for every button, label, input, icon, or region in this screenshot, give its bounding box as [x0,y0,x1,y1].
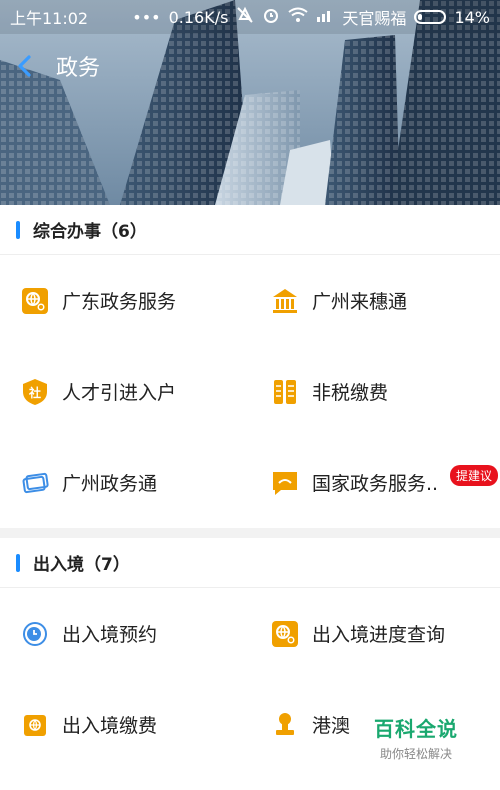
chat-icon [270,468,300,498]
service-item-label: 出入境预约 [62,624,158,646]
service-item-entry-exit-progress[interactable]: 出入境进度查询 [250,588,500,679]
service-item-label: 广东政务服务 [62,291,177,313]
battery-icon [414,10,447,24]
watermark: 百科全说 助你轻松解决 [374,713,458,762]
service-item-label: 出入境进度查询 [312,624,446,646]
service-item-guangzhou-laisuitong[interactable]: 广州来穗通 [250,255,500,346]
service-item-non-tax-payment[interactable]: 非税缴费 [250,346,500,437]
globe-search-icon [270,619,300,649]
service-item-label: 国家政务服务.. [312,473,439,495]
signal-icon [316,7,334,27]
section-title: 出入境（7） [33,555,130,575]
section-accent-bar [16,220,20,239]
wifi-icon [288,7,309,27]
svg-text:社: 社 [28,385,41,400]
carrier-name: 天官赐福 [342,9,407,28]
mute-icon [236,6,254,28]
back-arrow-icon [18,55,31,77]
service-item-label: 广州政务通 [62,473,158,495]
service-item-guangdong-gov[interactable]: 广东政务服务 [0,255,250,346]
status-bar: 上午11:02 ••• 0.16K/s 天官赐福 14% [0,0,500,34]
service-item-entry-exit-payment[interactable]: 出入境缴费 [0,679,250,770]
section-title: 综合办事（6） [33,222,147,242]
status-time: 上午11:02 [10,9,89,28]
service-item-label: 人才引进入户 [62,382,177,404]
battery-level: 14% [454,7,490,27]
watermark-sub: 助你轻松解决 [379,747,452,761]
section-header: 出入境（7） [0,538,500,588]
header-banner: 上午11:02 ••• 0.16K/s 天官赐福 14% 政务 [0,0,500,205]
service-item-label: 港澳 [312,715,351,737]
nav-bar: 政务 [0,40,100,92]
bank-icon [270,286,300,316]
service-item-label: 非税缴费 [312,382,389,404]
section-general-affairs: 综合办事（6） 广东政务服务 广州来穗通 社 人才引进入户 非税缴费 广州政务通… [0,205,500,528]
clock-globe-icon [20,619,50,649]
suggestion-badge[interactable]: 提建议 [449,465,498,486]
page-title: 政务 [56,56,101,81]
service-item-talent-hukou[interactable]: 社 人才引进入户 [0,346,250,437]
tax-icon [270,377,300,407]
stamp-icon [270,710,300,740]
alarm-icon [262,6,280,28]
service-item-national-gov-service[interactable]: 国家政务服务.. 提建议 [250,437,500,528]
more-dots-icon: ••• [132,7,161,27]
service-item-guangzhou-zhengwutong[interactable]: 广州政务通 [0,437,250,528]
network-speed: 0.16K/s [168,7,229,27]
cards-icon [20,468,50,498]
globe-search-icon [20,286,50,316]
section-divider [0,528,500,538]
service-item-label: 出入境缴费 [62,715,158,737]
wallet-icon [20,710,50,740]
watermark-main: 百科全说 [374,717,458,741]
service-item-entry-exit-appointment[interactable]: 出入境预约 [0,588,250,679]
shield-icon: 社 [20,377,50,407]
section-accent-bar [16,553,20,572]
service-item-label: 广州来穗通 [312,291,408,313]
section-header: 综合办事（6） [0,205,500,255]
back-button[interactable] [0,40,50,92]
